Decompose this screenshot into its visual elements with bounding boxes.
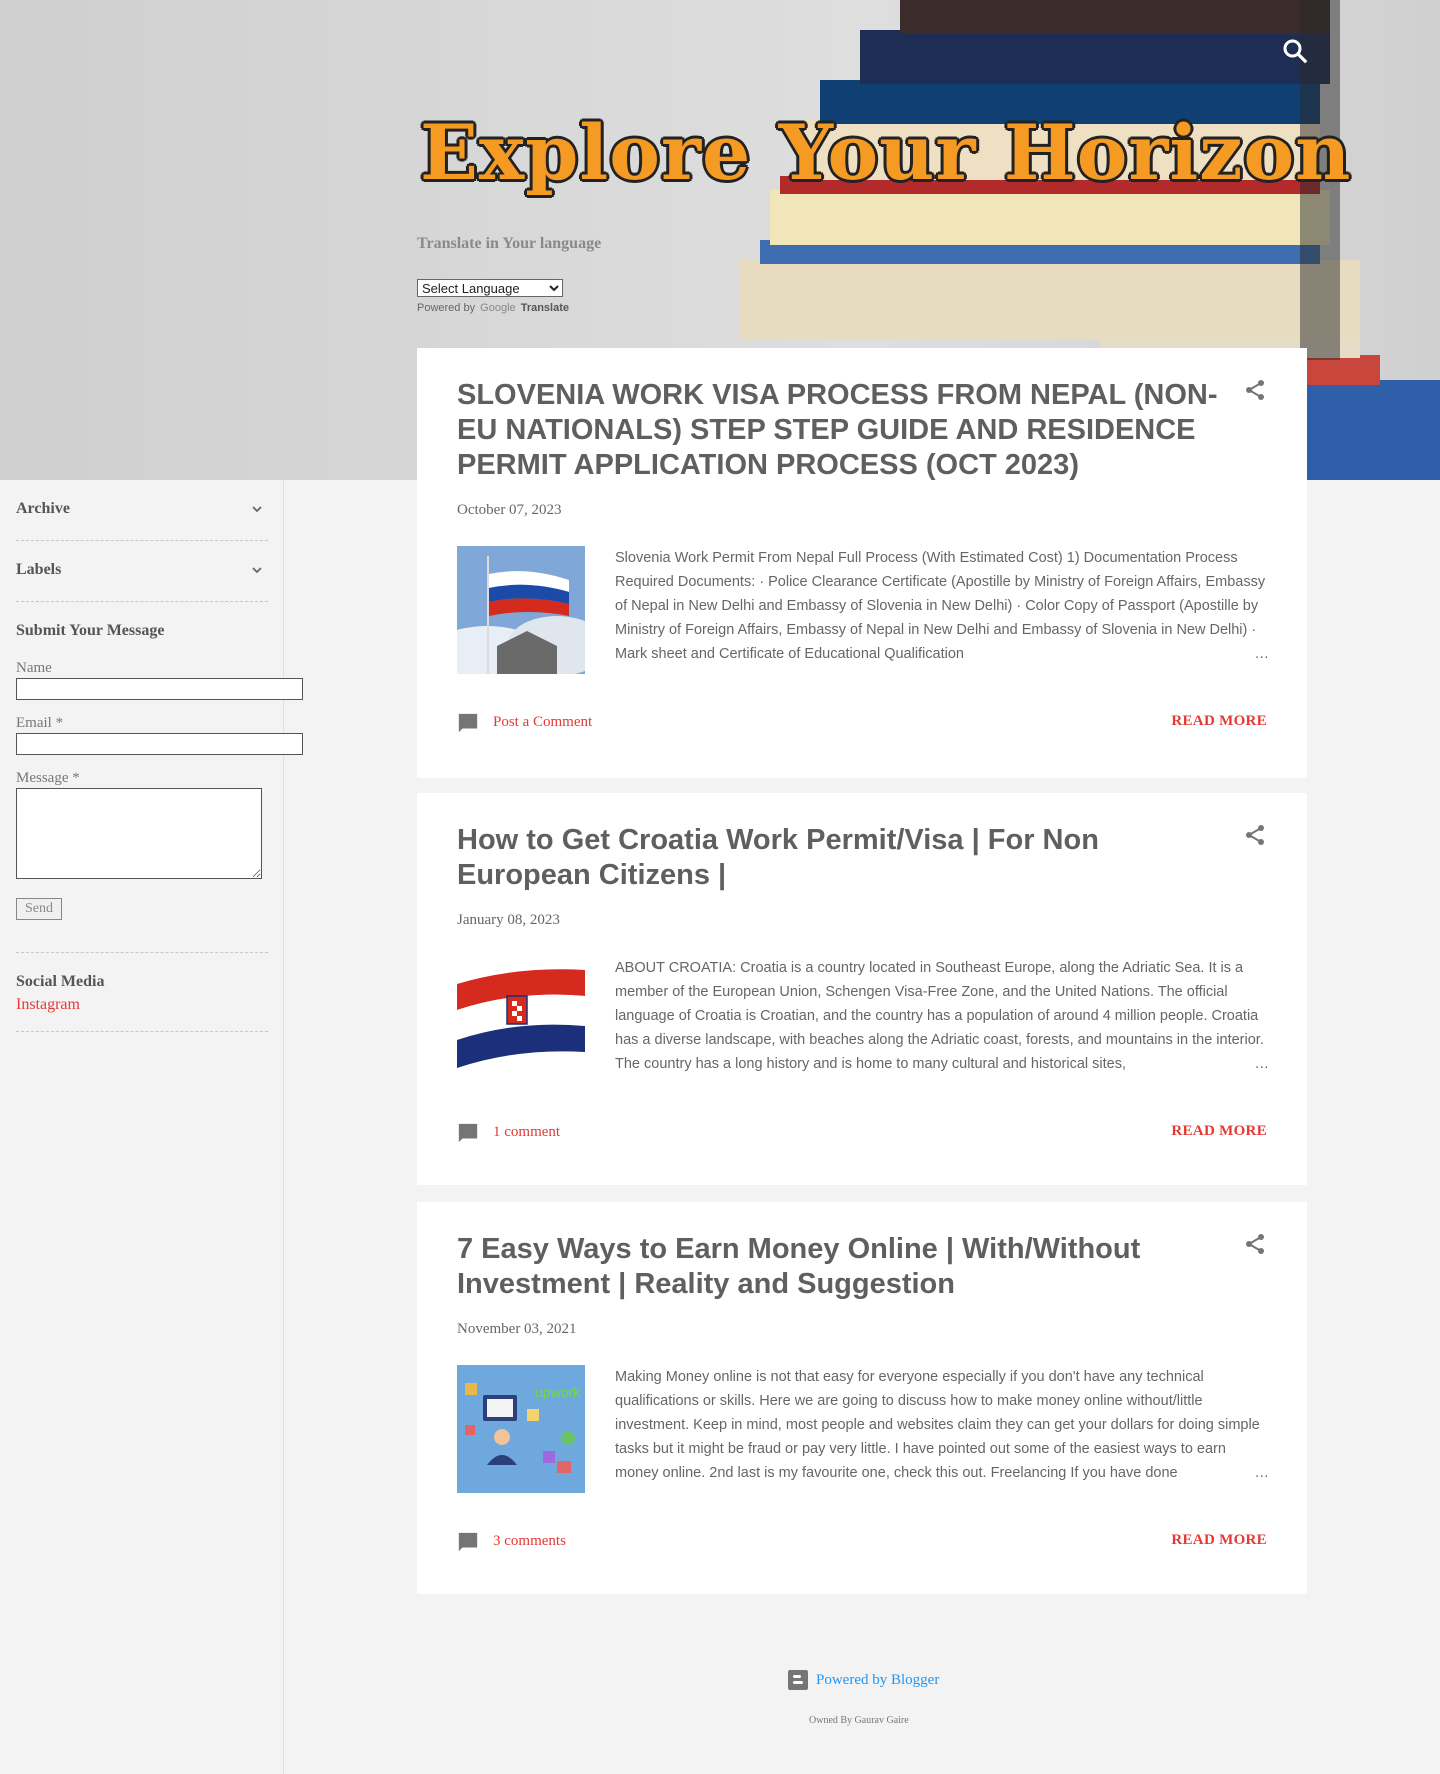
post-thumbnail[interactable]	[457, 546, 585, 674]
comments-link[interactable]: Post a Comment	[493, 714, 592, 731]
share-icon[interactable]	[1243, 1232, 1267, 1256]
upwork-logo-text: upwork	[535, 1384, 581, 1400]
send-button[interactable]: Send	[16, 898, 62, 920]
post-date: January 08, 2023	[457, 912, 560, 928]
archive-widget[interactable]: Archive	[16, 500, 268, 518]
post-date: October 07, 2023	[457, 502, 562, 518]
divider	[16, 540, 268, 541]
labels-title[interactable]: Labels	[16, 561, 268, 579]
share-icon[interactable]	[1243, 378, 1267, 402]
post-snippet: ABOUT CROATIA: Croatia is a country loca…	[615, 956, 1269, 1076]
comments-link[interactable]: 3 comments	[493, 1533, 566, 1550]
post-thumbnail[interactable]	[457, 956, 585, 1084]
post-snippet: Making Money online is not that easy for…	[615, 1365, 1269, 1485]
snippet-ellipsis: …	[1218, 642, 1269, 666]
comment-icon[interactable]	[457, 712, 479, 734]
snippet-ellipsis: …	[1218, 1052, 1269, 1076]
snippet-text: ABOUT CROATIA: Croatia is a country loca…	[615, 960, 1264, 1072]
read-more-link[interactable]: READ MORE	[1171, 1532, 1267, 1549]
comments-link[interactable]: 1 comment	[493, 1124, 560, 1141]
owner-credit: Owned By Gaurav Gaire	[809, 1715, 909, 1726]
divider	[16, 601, 268, 602]
post-card: How to Get Croatia Work Permit/Visa | Fo…	[417, 793, 1307, 1185]
post-card: 7 Easy Ways to Earn Money Online | With/…	[417, 1202, 1307, 1594]
post-thumbnail[interactable]: upwork	[457, 1365, 585, 1493]
labels-widget[interactable]: Labels	[16, 561, 268, 579]
blogger-icon[interactable]	[788, 1670, 808, 1690]
translate-widget-title: Translate in Your language	[417, 235, 602, 252]
post-title[interactable]: 7 Easy Ways to Earn Money Online | With/…	[457, 1232, 1227, 1302]
name-field[interactable]	[16, 678, 303, 700]
chevron-down-icon[interactable]	[250, 502, 264, 516]
google-logo: Google	[480, 302, 516, 314]
post-card: SLOVENIA WORK VISA PROCESS FROM NEPAL (N…	[417, 348, 1307, 778]
contact-form-title: Submit Your Message	[16, 622, 165, 639]
contact-form-title-wrap: Submit Your Message	[16, 622, 268, 640]
post-snippet: Slovenia Work Permit From Nepal Full Pro…	[615, 546, 1269, 666]
powered-by-blogger-link[interactable]: Powered by Blogger	[816, 1672, 939, 1689]
chevron-down-icon[interactable]	[250, 563, 264, 577]
powered-by-blogger[interactable]: Powered by Blogger	[788, 1670, 939, 1690]
snippet-text: Slovenia Work Permit From Nepal Full Pro…	[615, 550, 1266, 662]
read-more-link[interactable]: READ MORE	[1171, 1123, 1267, 1140]
post-date: November 03, 2021	[457, 1321, 577, 1337]
translate-link[interactable]: Translate	[521, 302, 569, 314]
divider	[16, 1031, 268, 1032]
post-title[interactable]: SLOVENIA WORK VISA PROCESS FROM NEPAL (N…	[457, 378, 1227, 483]
snippet-text: Making Money online is not that easy for…	[615, 1369, 1260, 1481]
read-more-link[interactable]: READ MORE	[1171, 713, 1267, 730]
social-media-title: Social Media	[16, 973, 105, 990]
divider	[16, 952, 268, 953]
email-field[interactable]	[16, 733, 303, 755]
search-icon[interactable]	[1280, 36, 1310, 66]
comment-icon[interactable]	[457, 1531, 479, 1553]
message-field[interactable]	[16, 788, 262, 879]
google-translate-credit: Powered by Google Translate	[417, 302, 569, 314]
powered-by-text: Powered by	[417, 302, 476, 314]
site-logo[interactable]: Explore Your Horizon	[420, 108, 1351, 197]
email-label: Email *	[16, 715, 64, 731]
name-label: Name	[16, 660, 52, 676]
post-title[interactable]: How to Get Croatia Work Permit/Visa | Fo…	[457, 823, 1227, 893]
share-icon[interactable]	[1243, 823, 1267, 847]
archive-title[interactable]: Archive	[16, 500, 268, 518]
instagram-link[interactable]: Instagram	[16, 996, 80, 1014]
snippet-ellipsis: …	[1218, 1461, 1269, 1485]
language-select[interactable]: Select Language	[417, 279, 563, 297]
message-label: Message *	[16, 770, 80, 786]
comment-icon[interactable]	[457, 1122, 479, 1144]
